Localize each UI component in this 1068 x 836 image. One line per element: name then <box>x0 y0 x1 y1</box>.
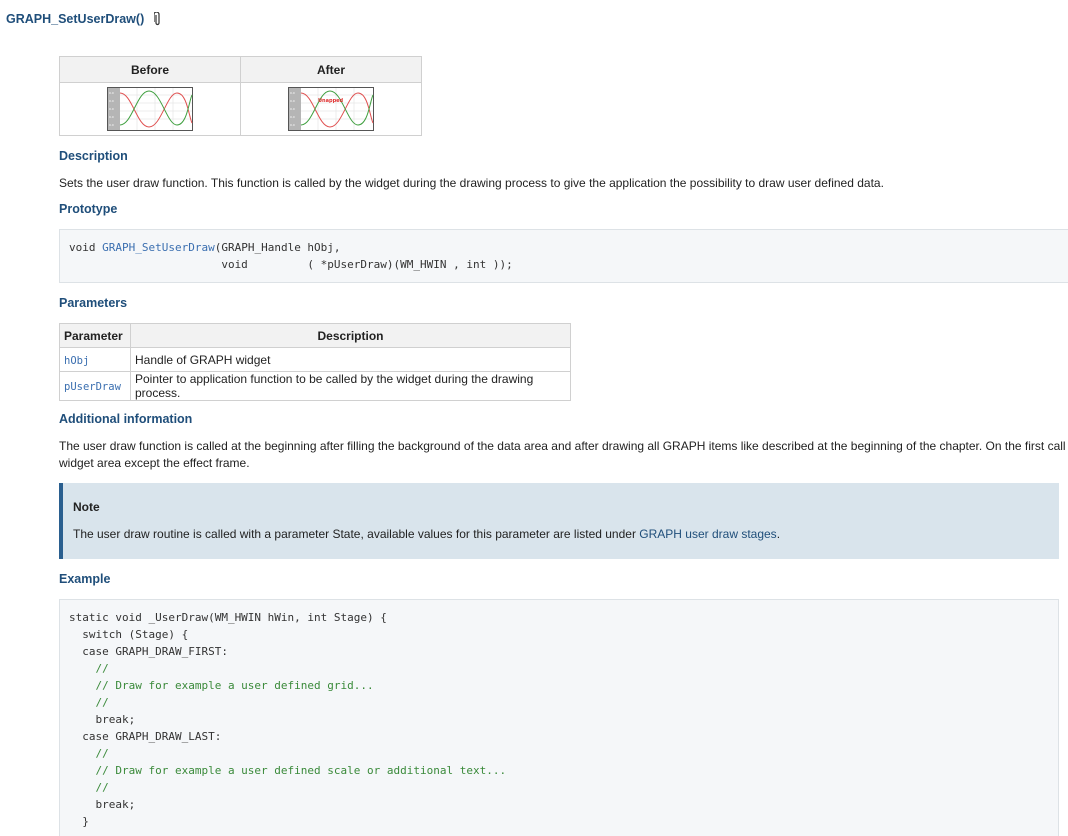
prototype-line1-rest: (GRAPH_Handle hObj, <box>214 241 341 254</box>
prototype-function-name[interactable]: GRAPH_SetUserDraw <box>102 241 215 254</box>
code-line: // Draw for example a user defined grid.… <box>69 679 374 692</box>
svg-text:0.0: 0.0 <box>290 91 295 95</box>
table-row: pUserDraw Pointer to application functio… <box>59 371 571 401</box>
note-link-user-draw-stages[interactable]: GRAPH user draw stages <box>639 527 776 541</box>
svg-text:0.0: 0.0 <box>290 123 295 127</box>
note-title: Note <box>73 500 100 514</box>
parameters-heading: Parameters <box>59 296 128 310</box>
svg-text:0.0: 0.0 <box>290 107 295 111</box>
desc-col-header: Description <box>130 323 571 348</box>
table-row: hObj Handle of GRAPH widget <box>59 347 571 372</box>
after-header: After <box>240 56 422 83</box>
code-line: } <box>69 815 89 828</box>
svg-text:0.0: 0.0 <box>290 99 295 103</box>
svg-text:0.0: 0.0 <box>109 107 114 111</box>
param-desc: Handle of GRAPH widget <box>130 347 571 372</box>
param-name-hobj[interactable]: hObj <box>64 355 89 367</box>
svg-text:0.0: 0.0 <box>109 99 114 103</box>
prototype-line2: void ( *pUserDraw)(WM_HWIN , int )); <box>69 258 513 271</box>
svg-text:0.0: 0.0 <box>109 115 114 119</box>
code-line: case GRAPH_DRAW_FIRST: <box>69 645 228 658</box>
example-heading: Example <box>59 572 111 586</box>
note-text-prefix: The user draw routine is called with a p… <box>73 527 640 541</box>
note-text: The user draw routine is called with a p… <box>73 527 1049 541</box>
param-col-header: Parameter <box>59 323 131 348</box>
before-header: Before <box>59 56 241 83</box>
note-box: Note The user draw routine is called wit… <box>59 483 1059 559</box>
parameters-table: Parameter Description hObj Handle of GRA… <box>59 323 571 401</box>
code-line: // <box>69 747 109 760</box>
page-title-text: GRAPH_SetUserDraw() <box>6 12 145 26</box>
content: Before After 0.0 0.0 0.0 0.0 0.0 Unapped… <box>59 56 1068 836</box>
param-name-puserdraw[interactable]: pUserDraw <box>64 381 121 393</box>
code-line: // Draw for example a user defined scale… <box>69 764 507 777</box>
code-line: static void _UserDraw(WM_HWIN hWin, int … <box>69 611 387 624</box>
additional-info-line1: The user draw function is called at the … <box>59 439 1068 453</box>
additional-info-heading: Additional information <box>59 412 193 426</box>
after-graph-thumbnail: Unapped 0.0 0.0 0.0 0.0 0.0 <box>288 87 374 131</box>
page-title: GRAPH_SetUserDraw() <box>6 12 161 26</box>
before-cell: 0.0 0.0 0.0 0.0 0.0 <box>59 82 241 136</box>
example-code-block: static void _UserDraw(WM_HWIN hWin, int … <box>59 599 1059 836</box>
before-after-table: Before After 0.0 0.0 0.0 0.0 0.0 Unapped… <box>59 56 422 136</box>
code-line: // <box>69 662 109 675</box>
code-line: break; <box>69 713 136 726</box>
after-overlay-text: Unapped <box>318 98 344 104</box>
additional-info-line2: widget area except the effect frame. <box>59 456 250 470</box>
code-line: // <box>69 781 109 794</box>
description-heading: Description <box>59 149 128 163</box>
code-line: case GRAPH_DRAW_LAST: <box>69 730 222 743</box>
prototype-void: void <box>69 241 103 254</box>
param-desc: Pointer to application function to be ca… <box>130 371 571 401</box>
description-text: Sets the user draw function. This functi… <box>59 176 884 190</box>
svg-text:0.0: 0.0 <box>109 123 114 127</box>
code-line: break; <box>69 798 136 811</box>
after-cell: Unapped 0.0 0.0 0.0 0.0 0.0 <box>240 82 422 136</box>
note-text-suffix: . <box>776 527 781 541</box>
svg-text:0.0: 0.0 <box>290 115 295 119</box>
before-graph-thumbnail: 0.0 0.0 0.0 0.0 0.0 <box>107 87 193 131</box>
prototype-code-block: void GRAPH_SetUserDraw(GRAPH_Handle hObj… <box>59 229 1068 283</box>
prototype-heading: Prototype <box>59 202 118 216</box>
paperclip-icon[interactable] <box>154 12 161 26</box>
svg-text:0.0: 0.0 <box>109 91 114 95</box>
code-line: switch (Stage) { <box>69 628 189 641</box>
code-line: // <box>69 696 109 709</box>
